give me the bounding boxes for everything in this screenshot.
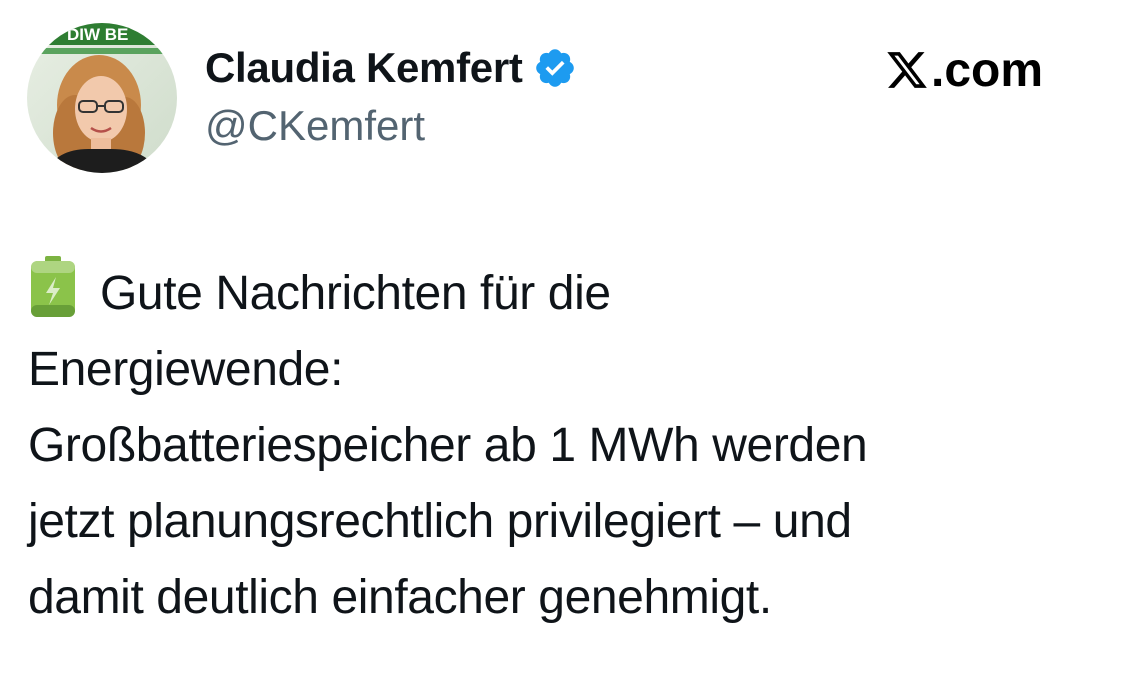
name-row: Claudia Kemfert — [205, 40, 577, 96]
site-label: .com — [931, 43, 1044, 97]
site-watermark: .com — [884, 42, 1043, 98]
tweet-text: Gute Nachrichten für die Energiewende: G… — [28, 255, 1098, 636]
verified-badge-icon — [533, 46, 577, 90]
avatar-image: DIW BE — [27, 23, 177, 173]
tweet-line-2: Energiewende: — [28, 343, 344, 396]
tweet-line-1: Gute Nachrichten für die — [28, 255, 1098, 332]
author-handle[interactable]: @CKemfert — [205, 102, 577, 150]
author-avatar[interactable]: DIW BE — [27, 23, 177, 173]
tweet-line-5: damit deutlich einfacher genehmigt. — [28, 571, 772, 624]
tweet-line-3: Großbatteriespeicher ab 1 MWh werden — [28, 419, 868, 472]
author-block: Claudia Kemfert @CKemfert — [205, 40, 577, 150]
tweet-line-text: Gute Nachrichten für die — [100, 267, 611, 320]
x-logo-icon — [884, 48, 930, 92]
avatar-banner-text: DIW BE — [67, 25, 128, 44]
battery-icon — [28, 255, 78, 319]
author-display-name[interactable]: Claudia Kemfert — [205, 44, 523, 92]
tweet-line-4: jetzt planungsrechtlich privilegiert – u… — [28, 495, 852, 548]
